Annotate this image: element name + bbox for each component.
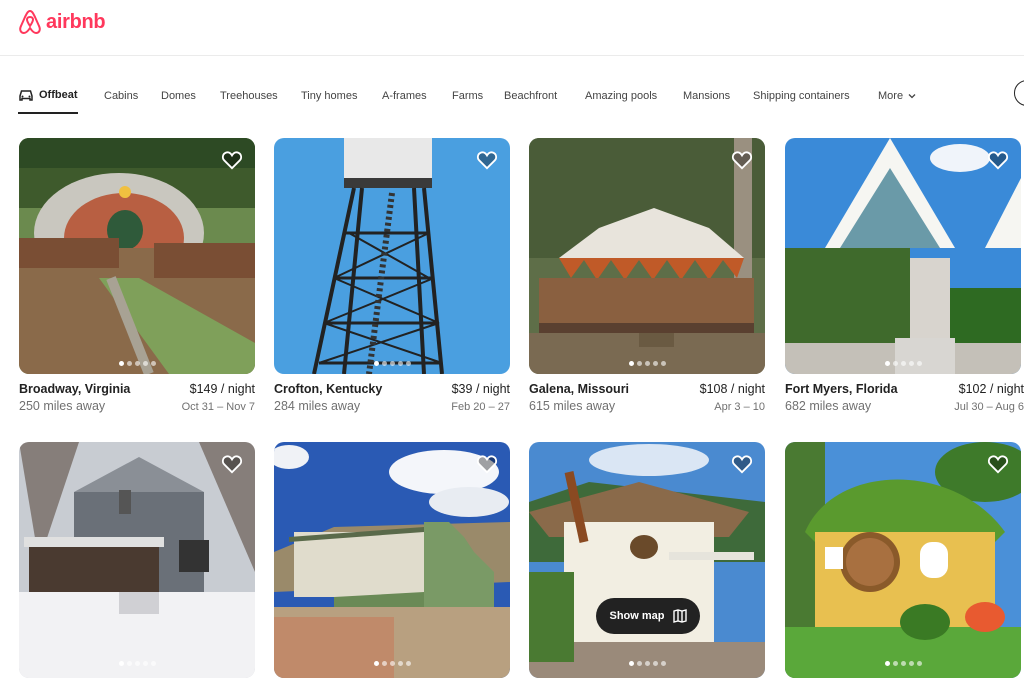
category-a-frames[interactable]: A-frames — [382, 78, 427, 114]
category-bar: Offbeat Cabins Domes Treehouses Tiny hom… — [18, 78, 1024, 116]
airbnb-logo[interactable]: airbnb — [18, 9, 106, 35]
top-header: airbnb — [0, 0, 1024, 56]
listing-card[interactable]: Fort Myers, Florida $102 / night 682 mile… — [785, 138, 1024, 428]
category-domes[interactable]: Domes — [161, 78, 196, 114]
listing-card[interactable]: Crofton, Kentucky $39 / night 284 miles a… — [274, 138, 510, 428]
listing-card[interactable]: Galena, Missouri $108 / night 615 miles a… — [529, 138, 765, 428]
photo-dots — [785, 361, 1021, 366]
airbnb-logo-icon — [19, 9, 41, 35]
category-label: More — [878, 90, 904, 102]
brand-name: airbnb — [46, 10, 106, 33]
category-beachfront[interactable]: Beachfront — [504, 78, 557, 114]
category-label: Tiny homes — [301, 90, 358, 102]
listing-price: $149 / night — [189, 382, 255, 396]
photo-dots — [19, 361, 255, 366]
photo-dots — [529, 661, 765, 666]
heart-icon[interactable] — [221, 454, 243, 474]
listing-dates: Apr 3 – 10 — [714, 401, 765, 413]
category-label: Domes — [161, 90, 196, 102]
category-label: Beachfront — [504, 90, 558, 102]
category-treehouses[interactable]: Treehouses — [220, 78, 278, 114]
listing-info: Crofton, Kentucky $39 / night 284 miles a… — [274, 382, 510, 413]
listing-photo[interactable] — [529, 442, 765, 678]
listing-location: Galena, Missouri — [529, 382, 630, 396]
listing-photo[interactable] — [19, 442, 255, 678]
listing-card[interactable] — [785, 442, 1021, 678]
listing-info: Galena, Missouri $108 / night 615 miles a… — [529, 382, 765, 413]
photo-dots — [785, 661, 1021, 666]
heart-icon[interactable] — [731, 150, 753, 170]
listing-dates: Feb 20 – 27 — [451, 401, 510, 413]
listing-card[interactable] — [529, 442, 765, 678]
category-cabins[interactable]: Cabins — [104, 78, 138, 114]
heart-icon[interactable] — [731, 454, 753, 474]
listing-photo[interactable] — [785, 442, 1021, 678]
listing-photo[interactable] — [785, 138, 1021, 374]
listing-photo[interactable] — [529, 138, 765, 374]
photo-dots — [19, 661, 255, 666]
category-amazing-pools[interactable]: Amazing pools — [585, 78, 657, 114]
heart-icon[interactable] — [221, 150, 243, 170]
photo-dots — [529, 361, 765, 366]
heart-icon[interactable] — [987, 454, 1009, 474]
listing-dates: Oct 31 – Nov 7 — [181, 401, 255, 413]
category-farms[interactable]: Farms — [452, 78, 483, 114]
listing-price: $39 / night — [451, 382, 510, 396]
listing-photo[interactable] — [19, 138, 255, 374]
category-more[interactable]: More — [878, 78, 916, 114]
listing-photo[interactable] — [274, 442, 510, 678]
category-label: A-frames — [382, 90, 427, 102]
map-icon — [672, 609, 687, 623]
category-offbeat[interactable]: Offbeat — [18, 78, 78, 114]
heart-icon[interactable] — [476, 150, 498, 170]
category-label: Treehouses — [220, 90, 278, 102]
chevron-down-icon — [908, 94, 916, 99]
car-icon — [19, 90, 33, 101]
listing-location: Fort Myers, Florida — [785, 382, 898, 396]
category-mansions[interactable]: Mansions — [683, 78, 730, 114]
category-label: Shipping containers — [753, 90, 850, 102]
category-label: Mansions — [683, 90, 731, 102]
listing-distance: 615 miles away — [529, 399, 616, 413]
show-map-button[interactable]: Show map — [596, 598, 700, 634]
listing-photo[interactable] — [274, 138, 510, 374]
listing-distance: 682 miles away — [785, 399, 872, 413]
category-label: Amazing pools — [585, 90, 658, 102]
photo-dots — [274, 661, 510, 666]
listing-dates: Jul 30 – Aug 6 — [954, 401, 1024, 413]
listing-card[interactable] — [19, 442, 255, 678]
category-shipping-containers[interactable]: Shipping containers — [753, 78, 850, 114]
listing-location: Crofton, Kentucky — [274, 382, 383, 396]
listing-card[interactable] — [274, 442, 510, 678]
listing-distance: 250 miles away — [19, 399, 106, 413]
listing-price: $108 / night — [699, 382, 765, 396]
category-label: Farms — [452, 90, 484, 102]
listing-price: $102 / night — [958, 382, 1024, 396]
heart-icon[interactable] — [987, 150, 1009, 170]
category-tiny-homes[interactable]: Tiny homes — [301, 78, 357, 114]
listing-info: Broadway, Virginia $149 / night 250 miles… — [19, 382, 255, 413]
listing-card[interactable]: Broadway, Virginia $149 / night 250 miles… — [19, 138, 255, 428]
listing-info: Fort Myers, Florida $102 / night 682 mile… — [785, 382, 1024, 413]
listing-distance: 284 miles away — [274, 399, 361, 413]
photo-dots — [274, 361, 510, 366]
heart-icon[interactable] — [476, 454, 498, 474]
category-label: Offbeat — [39, 89, 78, 101]
category-label: Cabins — [104, 90, 139, 102]
show-map-label: Show map — [609, 610, 665, 622]
listing-location: Broadway, Virginia — [19, 382, 131, 396]
